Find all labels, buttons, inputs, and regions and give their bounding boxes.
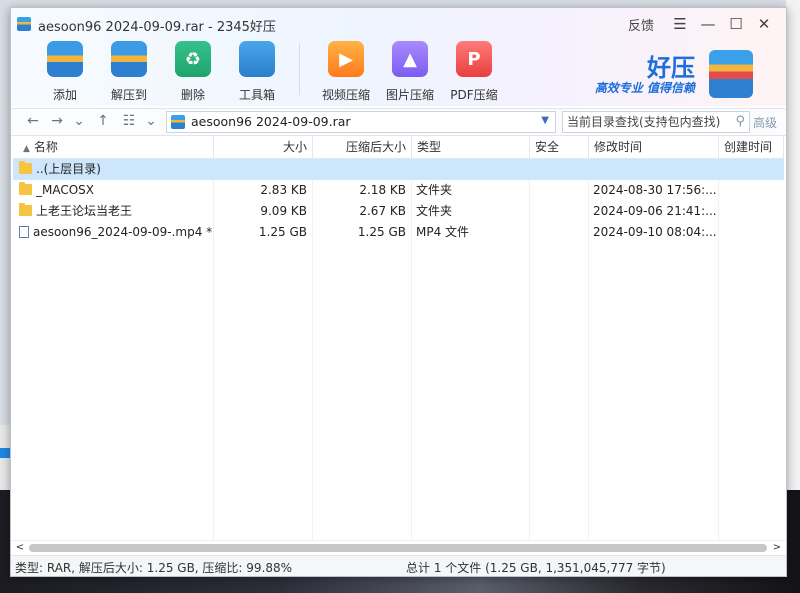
- toolbox-label: 工具箱: [238, 88, 275, 102]
- row-type: MP4 文件: [416, 225, 470, 239]
- image-compress-button[interactable]: ▲ 图片压缩: [378, 39, 442, 103]
- pdf-compress-button[interactable]: P PDF压缩: [442, 39, 506, 103]
- delete-label: 删除: [180, 88, 205, 102]
- table-row[interactable]: 上老王论坛当老王 9.09 KB 2.67 KB 文件夹 2024-09-06 …: [13, 201, 784, 222]
- brand-slogan: 高效专业 值得信赖: [594, 81, 695, 95]
- row-packed-size: 2.67 KB: [359, 204, 406, 218]
- caret-down-icon[interactable]: ▼: [541, 115, 549, 126]
- advanced-search-link[interactable]: 高级: [753, 114, 777, 131]
- brand-name: 好压: [647, 54, 695, 82]
- brand-archive-icon: [709, 50, 753, 98]
- row-name: 上老王论坛当老王: [13, 201, 213, 222]
- row-name: _MACOSX: [13, 180, 213, 201]
- toolbox-icon: [239, 41, 275, 77]
- row-modified: 2024-09-06 21:41:...: [593, 204, 717, 218]
- pdf-icon: P: [456, 41, 492, 77]
- pdf-compress-label: PDF压缩: [450, 88, 498, 102]
- title-and-toolbar-area: aesoon96 2024-09-09.rar - 2345好压 反馈 ☰ — …: [11, 8, 786, 106]
- status-total-info: 总计 1 个文件 (1.25 GB, 1,351,045,777 字节): [406, 561, 666, 575]
- video-compress-button[interactable]: ▶ 视频压缩: [314, 39, 378, 103]
- video-file-icon: [19, 226, 29, 238]
- extract-archive-icon: [111, 41, 147, 77]
- history-chevron-down-icon[interactable]: ⌄: [69, 111, 89, 131]
- close-icon[interactable]: ✕: [750, 13, 778, 35]
- search-icon[interactable]: ⚲: [735, 114, 745, 129]
- archive-window: aesoon96 2024-09-09.rar - 2345好压 反馈 ☰ — …: [10, 7, 787, 577]
- video-compress-label: 视频压缩: [321, 88, 370, 102]
- column-header-security[interactable]: 安全: [530, 136, 589, 158]
- archive-icon: [171, 115, 185, 129]
- brand-logo: 好压 高效专业 值得信赖: [594, 46, 753, 102]
- maximize-icon[interactable]: ☐: [722, 13, 750, 35]
- scrollbar-thumb[interactable]: [29, 544, 767, 552]
- column-header-packed-size[interactable]: 压缩后大小: [313, 136, 412, 158]
- view-mode-chevron-down-icon[interactable]: ⌄: [141, 111, 161, 131]
- status-archive-info: 类型: RAR, 解压后大小: 1.25 GB, 压缩比: 99.88%: [15, 561, 293, 575]
- toolbox-button[interactable]: 工具箱: [225, 39, 289, 103]
- add-archive-icon: [47, 41, 83, 77]
- toolbar-separator: [299, 43, 300, 95]
- column-header-created[interactable]: 创建时间: [719, 136, 784, 158]
- status-bar: 类型: RAR, 解压后大小: 1.25 GB, 压缩比: 99.88% 总计 …: [11, 555, 786, 576]
- folder-icon: [19, 182, 32, 195]
- row-size: 9.09 KB: [260, 204, 307, 218]
- row-name-text: ..(上层目录): [36, 162, 101, 176]
- extract-label: 解压到: [110, 88, 147, 102]
- recycle-icon: ♻: [175, 41, 211, 77]
- row-packed-size: 1.25 GB: [357, 225, 406, 239]
- file-list: ▲ 名称 大小 压缩后大小 类型 安全 修改时间 创建时间 ..(上层目录) _M…: [13, 136, 784, 540]
- table-row[interactable]: _MACOSX 2.83 KB 2.18 KB 文件夹 2024-08-30 1…: [13, 180, 784, 201]
- column-header-size[interactable]: 大小: [214, 136, 313, 158]
- column-name-label: 名称: [33, 140, 58, 154]
- search-input[interactable]: [563, 112, 731, 132]
- row-type: 文件夹: [416, 183, 453, 197]
- row-name-text: aesoon96_2024-09-09-.mp4 *: [33, 225, 213, 239]
- row-name-text: 上老王论坛当老王: [36, 204, 133, 218]
- forward-arrow-icon[interactable]: →: [47, 111, 67, 131]
- path-text: aesoon96 2024-09-09.rar: [191, 114, 351, 129]
- folder-icon: [19, 203, 32, 216]
- row-packed-size: 2.18 KB: [359, 183, 406, 197]
- path-dropdown[interactable]: aesoon96 2024-09-09.rar ▼: [166, 111, 556, 133]
- toolbar: 添加 解压到 ♻ 删除 工具箱 ▶ 视频压缩 ▲ 图片压缩 P PDF压缩: [33, 39, 506, 103]
- table-row[interactable]: ..(上层目录): [13, 159, 784, 180]
- back-arrow-icon[interactable]: ←: [23, 111, 43, 131]
- app-icon: [17, 17, 31, 31]
- row-size: 2.83 KB: [260, 183, 307, 197]
- table-row[interactable]: aesoon96_2024-09-09-.mp4 * 1.25 GB 1.25 …: [13, 222, 784, 243]
- view-mode-icon[interactable]: ☷: [119, 111, 139, 131]
- extract-button[interactable]: 解压到: [97, 39, 161, 103]
- row-size: 1.25 GB: [258, 225, 307, 239]
- background-blue-marker: [0, 448, 10, 458]
- column-header-modified[interactable]: 修改时间: [589, 136, 719, 158]
- image-icon: ▲: [392, 41, 428, 77]
- table-header: ▲ 名称 大小 压缩后大小 类型 安全 修改时间 创建时间: [13, 136, 784, 159]
- folder-icon: [19, 161, 32, 174]
- row-name-text: _MACOSX: [36, 183, 95, 197]
- row-name: aesoon96_2024-09-09-.mp4 *: [13, 222, 213, 243]
- row-modified: 2024-09-10 08:04:...: [593, 225, 717, 239]
- feedback-button[interactable]: 反馈: [628, 15, 654, 34]
- search-box: ⚲: [562, 111, 750, 133]
- scroll-right-icon[interactable]: >: [770, 541, 784, 555]
- image-compress-label: 图片压缩: [385, 88, 434, 102]
- scroll-left-icon[interactable]: <: [13, 541, 27, 555]
- column-header-type[interactable]: 类型: [412, 136, 530, 158]
- window-controls: 反馈 ☰ — ☐ ✕: [628, 13, 778, 35]
- video-icon: ▶: [328, 41, 364, 77]
- navigation-bar: ← → ⌄ ↑ ☷ ⌄ aesoon96 2024-09-09.rar ▼ ⚲ …: [11, 108, 786, 136]
- sort-up-icon: ▲: [23, 144, 30, 154]
- minimize-icon[interactable]: —: [694, 13, 722, 35]
- add-button[interactable]: 添加: [33, 39, 97, 103]
- row-name: ..(上层目录): [13, 159, 213, 180]
- column-header-name[interactable]: ▲ 名称: [13, 136, 214, 158]
- up-arrow-icon[interactable]: ↑: [93, 111, 113, 131]
- horizontal-scrollbar[interactable]: < >: [11, 540, 786, 555]
- window-title: aesoon96 2024-09-09.rar - 2345好压: [38, 20, 276, 35]
- row-type: 文件夹: [416, 204, 453, 218]
- row-modified: 2024-08-30 17:56:...: [593, 183, 717, 197]
- add-label: 添加: [52, 88, 77, 102]
- delete-button[interactable]: ♻ 删除: [161, 39, 225, 103]
- menu-icon[interactable]: ☰: [666, 13, 694, 35]
